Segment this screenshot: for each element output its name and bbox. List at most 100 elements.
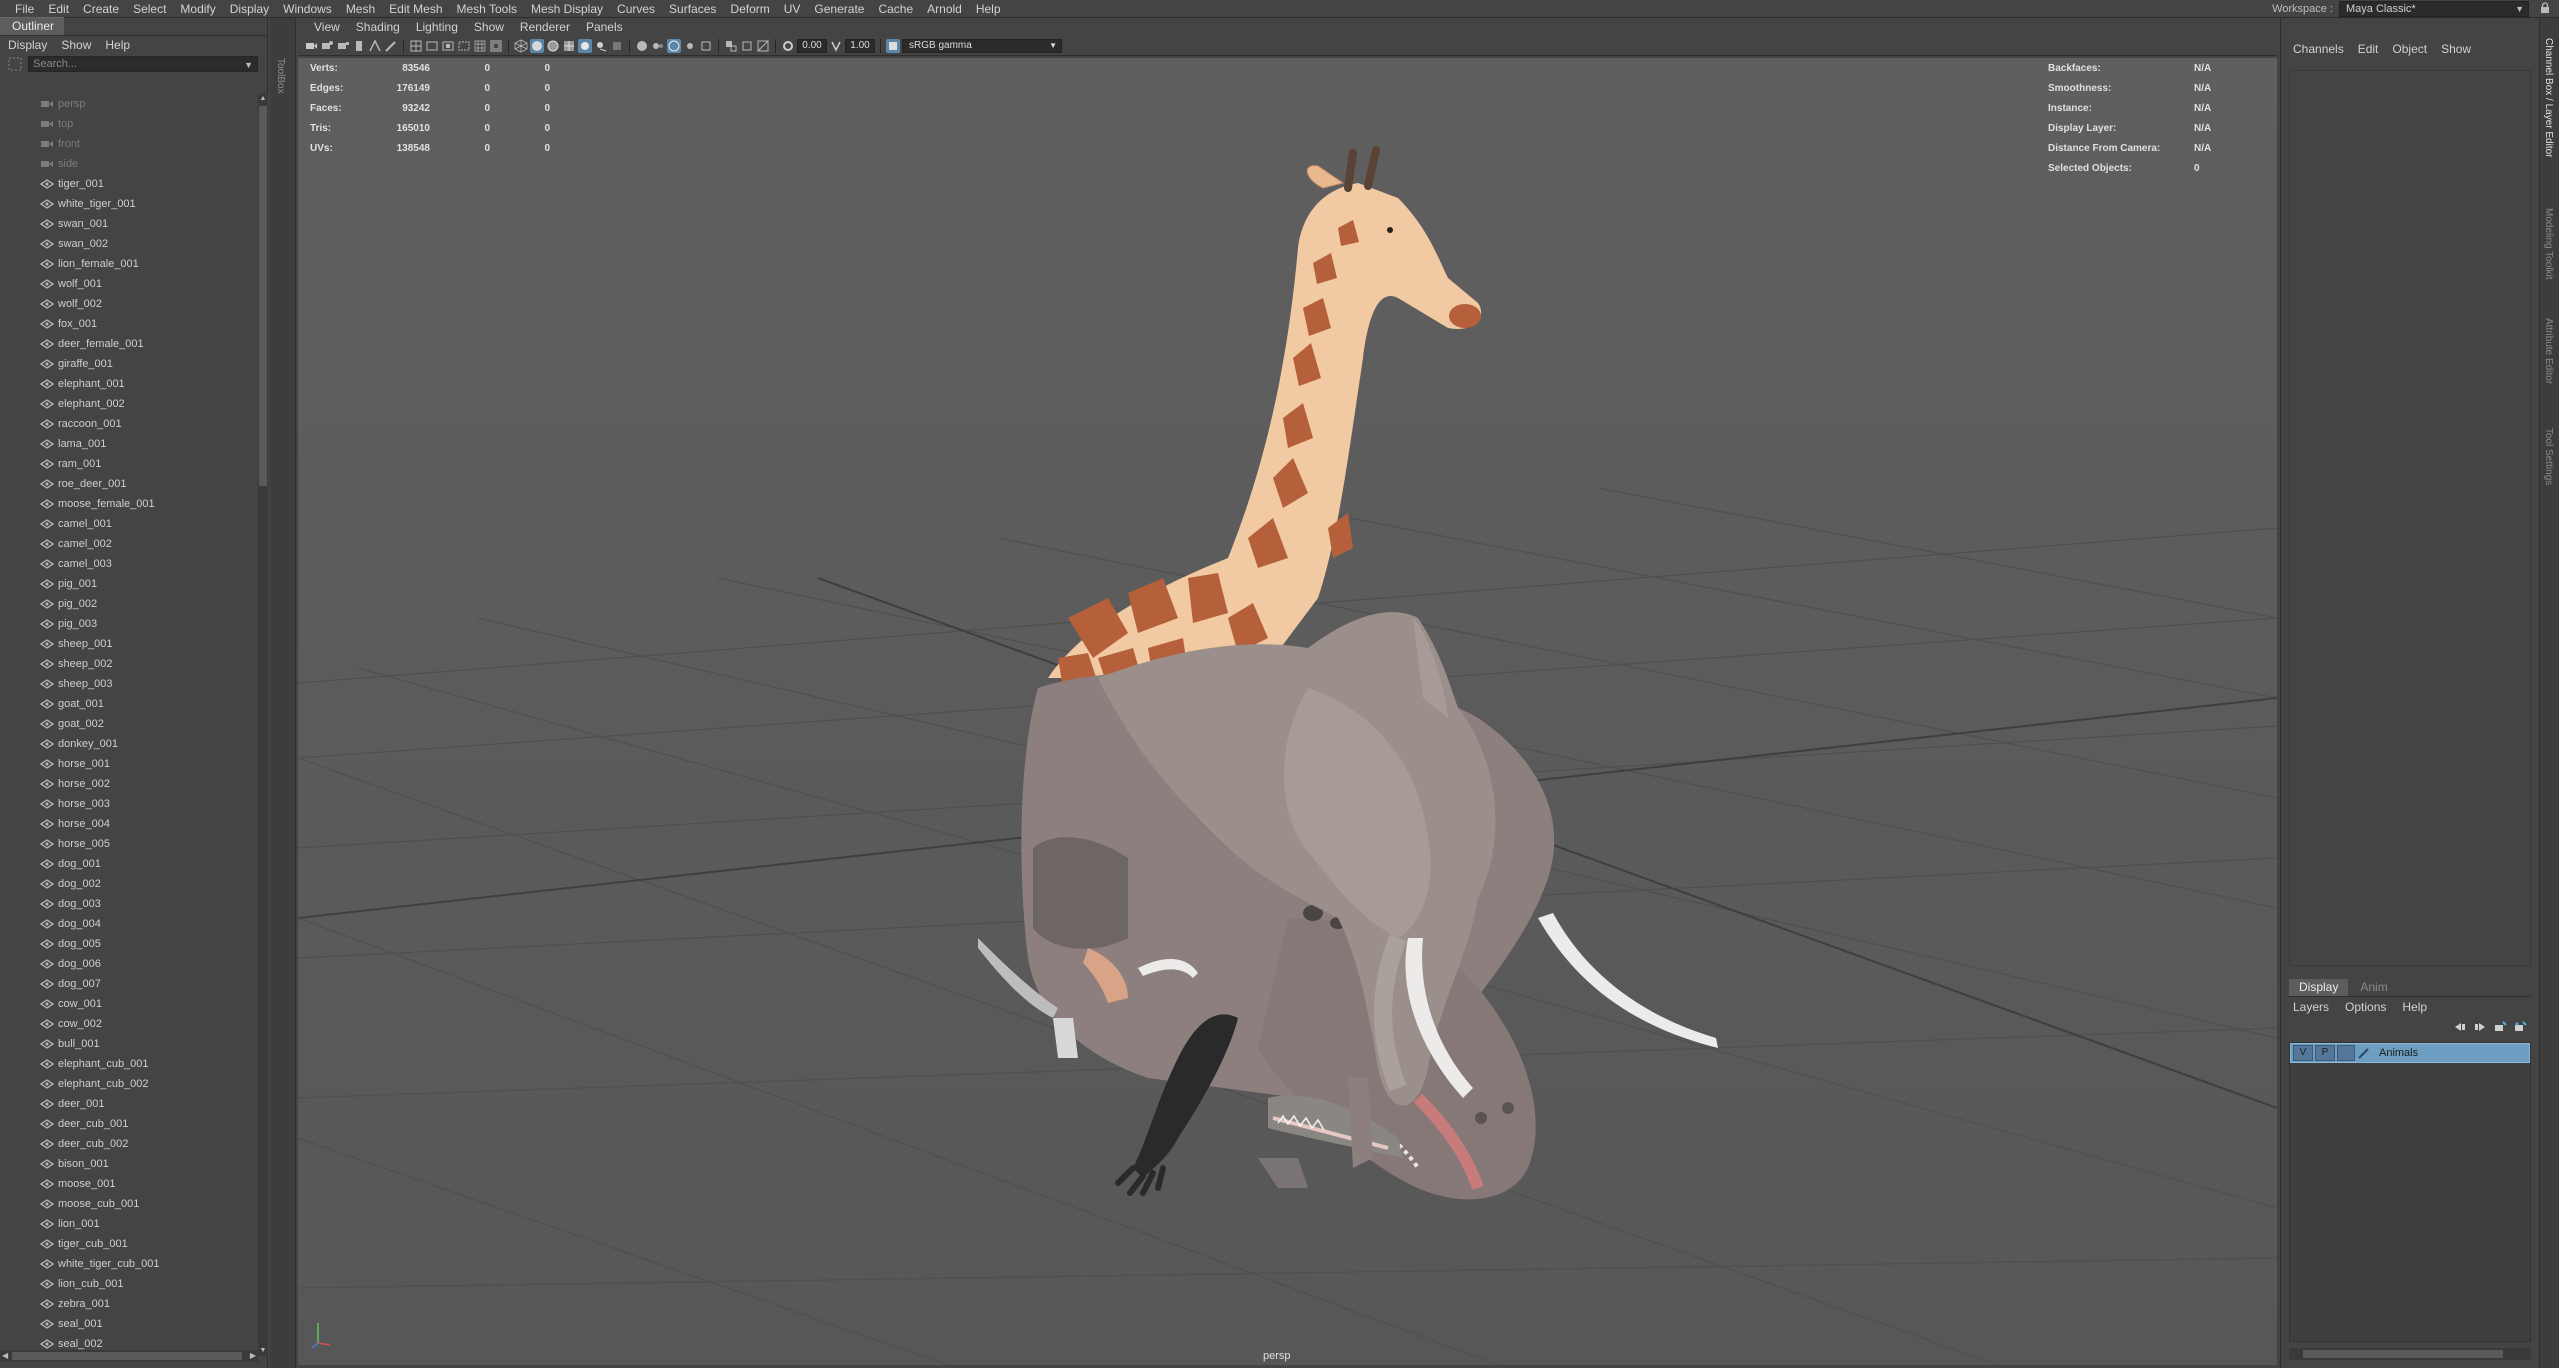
depth-of-field-icon[interactable] <box>651 39 665 53</box>
outliner-item[interactable]: white_tiger_001 <box>0 194 258 214</box>
outliner-item[interactable]: dog_003 <box>0 894 258 914</box>
exposure-field[interactable]: 0.00 <box>797 38 827 53</box>
outliner-item[interactable]: tiger_001 <box>0 174 258 194</box>
image-plane-icon[interactable] <box>352 39 366 53</box>
outliner-item-camera[interactable]: side <box>0 154 258 174</box>
scrollbar-thumb[interactable] <box>12 1352 242 1360</box>
exposure-icon[interactable] <box>781 39 795 53</box>
film-gate-icon[interactable] <box>425 39 439 53</box>
outliner-item[interactable]: pig_003 <box>0 614 258 634</box>
outliner-horizontal-scrollbar[interactable]: ◀ ▶ <box>0 1350 258 1362</box>
outliner-item[interactable]: cow_001 <box>0 994 258 1014</box>
2d-pan-zoom-icon[interactable] <box>368 38 382 53</box>
xray-joints-icon[interactable] <box>683 39 697 53</box>
new-layer-icon[interactable] <box>2493 1021 2507 1033</box>
safe-action-icon[interactable] <box>489 39 503 53</box>
outliner-item[interactable]: moose_female_001 <box>0 494 258 514</box>
viewport-canvas[interactable] <box>298 58 2277 1365</box>
layer-menu-options[interactable]: Options <box>2345 1000 2386 1014</box>
outliner-item[interactable]: lion_001 <box>0 1214 258 1234</box>
channel-box-area[interactable] <box>2289 70 2531 966</box>
tab-outliner[interactable]: Outliner <box>0 17 65 35</box>
menu-display[interactable]: Display <box>223 0 276 18</box>
outliner-item[interactable]: fox_001 <box>0 314 258 334</box>
menu-deform[interactable]: Deform <box>723 0 776 18</box>
outliner-item[interactable]: elephant_cub_002 <box>0 1074 258 1094</box>
outliner-item[interactable]: moose_cub_001 <box>0 1194 258 1214</box>
outliner-search-input[interactable]: Search... ▼ <box>28 56 258 72</box>
layer-playback-toggle[interactable]: P <box>2315 1045 2335 1061</box>
screen-space-ao-icon[interactable] <box>610 39 624 53</box>
outliner-item[interactable]: wolf_002 <box>0 294 258 314</box>
gamma-field[interactable]: 1.00 <box>845 38 875 53</box>
outliner-item[interactable]: elephant_cub_001 <box>0 1054 258 1074</box>
menu-cache[interactable]: Cache <box>871 0 920 18</box>
outliner-menu-display[interactable]: Display <box>8 38 47 52</box>
move-layer-down-icon[interactable] <box>2473 1021 2487 1033</box>
xray-components-icon[interactable] <box>699 39 713 53</box>
outliner-item[interactable]: elephant_001 <box>0 374 258 394</box>
lock-icon[interactable] <box>2539 2 2551 14</box>
menu-mesh-tools[interactable]: Mesh Tools <box>450 0 524 18</box>
channel-box-menu-edit[interactable]: Edit <box>2358 42 2379 56</box>
scroll-up-icon[interactable]: ▲ <box>259 94 267 104</box>
outliner-item[interactable]: camel_001 <box>0 514 258 534</box>
tab-display[interactable]: Display <box>2289 979 2349 996</box>
outliner-item[interactable]: seal_001 <box>0 1314 258 1334</box>
outliner-item[interactable]: dog_002 <box>0 874 258 894</box>
panel-menu-renderer[interactable]: Renderer <box>512 20 578 34</box>
outliner-item[interactable]: horse_003 <box>0 794 258 814</box>
outliner-item[interactable]: zebra_001 <box>0 1294 258 1314</box>
use-all-lights-icon[interactable] <box>578 38 592 53</box>
scroll-left-icon[interactable]: ◀ <box>2 1350 8 1362</box>
new-layer-from-selection-icon[interactable] <box>2513 1021 2527 1033</box>
scrollbar-thumb[interactable] <box>259 106 267 486</box>
select-camera-icon[interactable] <box>304 39 318 53</box>
outliner-item[interactable]: bull_001 <box>0 1034 258 1054</box>
layer-editor-scrollbar[interactable] <box>2289 1348 2531 1360</box>
3d-viewport[interactable]: Verts: 83546 0 0 Edges: 176149 0 0 Faces: 93242 0 0… <box>298 58 2277 1365</box>
filter-icon[interactable] <box>8 57 22 71</box>
textured-icon[interactable] <box>562 39 576 53</box>
side-tab-channel-box[interactable]: Channel Box / Layer Editor <box>2543 38 2554 158</box>
outliner-item[interactable]: camel_003 <box>0 554 258 574</box>
wireframe-on-shaded-icon[interactable] <box>546 39 560 53</box>
manipulator-icon[interactable] <box>740 39 754 53</box>
menu-arnold[interactable]: Arnold <box>920 0 969 18</box>
outliner-item-camera[interactable]: top <box>0 114 258 134</box>
resolution-gate-icon[interactable] <box>441 39 455 53</box>
menu-mesh-display[interactable]: Mesh Display <box>524 0 610 18</box>
scroll-right-icon[interactable]: ▶ <box>250 1350 256 1362</box>
menu-edit[interactable]: Edit <box>41 0 76 18</box>
side-tab-attribute-editor[interactable]: Attribute Editor <box>2543 318 2554 384</box>
isolate-select-icon[interactable] <box>724 39 738 53</box>
layer-row[interactable]: V P Animals <box>2290 1043 2530 1063</box>
channel-box-menu-channels[interactable]: Channels <box>2293 42 2344 56</box>
outliner-item[interactable]: roe_deer_001 <box>0 474 258 494</box>
panel-menu-view[interactable]: View <box>306 20 348 34</box>
channel-box-menu-object[interactable]: Object <box>2392 42 2427 56</box>
outliner-item[interactable]: sheep_003 <box>0 674 258 694</box>
menu-generate[interactable]: Generate <box>807 0 871 18</box>
panel-menu-lighting[interactable]: Lighting <box>408 20 466 34</box>
menu-windows[interactable]: Windows <box>276 0 339 18</box>
outliner-item[interactable]: lama_001 <box>0 434 258 454</box>
chevron-down-icon[interactable]: ▼ <box>244 58 253 72</box>
side-tab-tool-settings[interactable]: Tool Settings <box>2543 428 2554 485</box>
outliner-item[interactable]: sheep_002 <box>0 654 258 674</box>
xray-icon[interactable] <box>667 38 681 53</box>
outliner-item[interactable]: moose_001 <box>0 1174 258 1194</box>
camera-attributes-icon[interactable] <box>320 39 334 53</box>
outliner-item[interactable]: dog_006 <box>0 954 258 974</box>
outliner-menu-show[interactable]: Show <box>61 38 91 52</box>
outliner-item[interactable]: donkey_001 <box>0 734 258 754</box>
channel-box-menu-show[interactable]: Show <box>2441 42 2471 56</box>
tab-anim[interactable]: Anim <box>2350 979 2397 996</box>
panel-menu-shading[interactable]: Shading <box>348 20 408 34</box>
outliner-item[interactable]: horse_002 <box>0 774 258 794</box>
move-layer-up-icon[interactable] <box>2453 1021 2467 1033</box>
outliner-item[interactable]: tiger_cub_001 <box>0 1234 258 1254</box>
color-management-icon[interactable] <box>886 38 900 53</box>
outliner-item[interactable]: deer_cub_002 <box>0 1134 258 1154</box>
outliner-menu-help[interactable]: Help <box>105 38 130 52</box>
